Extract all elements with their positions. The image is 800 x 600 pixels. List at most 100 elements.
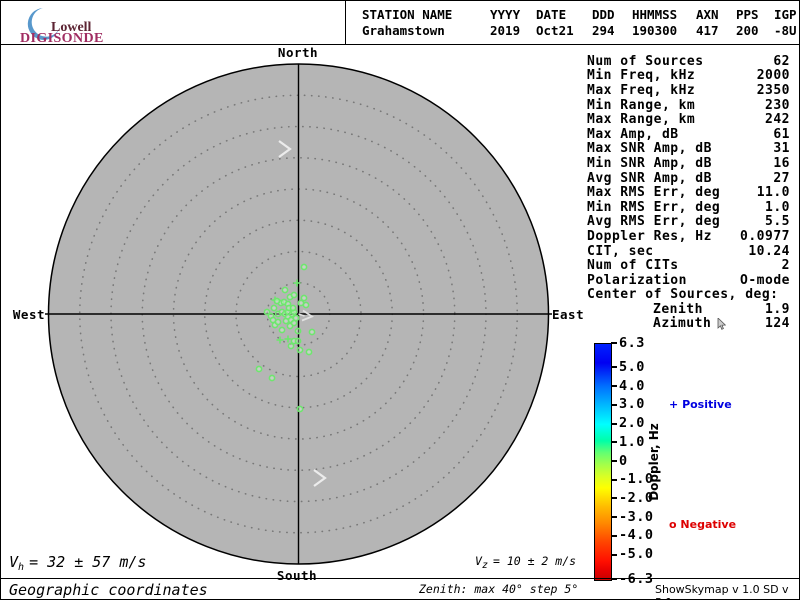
stats-row: Max Amp, dB 61 [587,127,790,142]
stats-row: Max SNR Amp, dB 31 [587,141,790,157]
zenith-scale-note: Zenith: max 40° step 5° [419,582,579,596]
measurement-stats-panel: Num of Sources 62 Min Freq, kHz 2000 Max Fre… [587,54,790,332]
legend-positive: + Positive [669,398,732,411]
source-circle-marker [296,346,304,354]
stats-row: Avg SNR Amp, dB 27 [587,171,790,186]
source-circle-marker [281,286,289,294]
stats-row: Center of Sources, deg: [587,287,790,303]
compass-east-label: East [552,307,585,322]
source-circle-marker [305,348,313,356]
stats-label: Avg RMS Err, deg [587,214,721,230]
source-circle-marker [294,337,302,345]
source-circle-marker [300,263,308,271]
stats-label: Max SNR Amp, dB [587,141,712,157]
stats-row: Zenith 1.9 [587,302,790,317]
coordinate-system-label: Geographic coordinates [9,581,208,599]
source-circle-marker [300,294,308,302]
source-circle-marker [296,405,304,413]
stats-value: 1.9 [765,301,790,317]
stats-label: Azimuth [653,316,727,331]
legend-negative-label: Negative [680,518,737,531]
stats-row: CIT, sec 10.24 [587,244,790,259]
stats-row: Num of Sources 62 [587,54,790,69]
stats-value: O-mode [740,272,790,288]
doppler-colorbar [594,343,612,581]
plus-marker-icon: + [669,398,679,411]
legend-negative: o Negative [669,518,736,531]
stats-row: Min Freq, kHz 2000 [587,68,790,84]
stats-value: 10.24 [748,243,790,259]
stats-value: 0.0977 [740,228,790,244]
stats-row: Azimuth 124 [587,316,790,332]
circle-marker-icon: o [669,518,677,531]
stats-label: Zenith [653,301,703,317]
source-circle-marker [302,301,310,309]
stats-label: Max Range, km [587,112,696,128]
stats-row: Max Freq, kHz 2350 [587,83,790,98]
stats-value: 5.5 [765,214,790,230]
stats-label: Max Freq, kHz [587,82,696,98]
legend-positive-label: Positive [682,398,732,411]
software-version-label: ShowSkymap v 1.0 SD v 5.1 [655,583,789,599]
source-circle-marker [294,327,302,335]
stats-label: Min SNR Amp, dB [587,155,712,171]
stats-value: 242 [765,112,790,128]
stats-value: 2000 [756,68,790,84]
stats-label: Min RMS Err, deg [587,199,721,215]
stats-label: Doppler Res, Hz [587,228,712,244]
stats-value: 1.0 [765,199,790,215]
stats-value: 2350 [756,82,790,98]
stats-value: 11.0 [756,185,790,201]
vz-symbol: V [475,554,482,568]
stats-label: Min Range, km [587,97,696,113]
source-circle-marker [268,374,276,382]
stats-value: 62 [773,53,790,69]
stats-label: Avg SNR Amp, dB [587,170,712,186]
stats-row: Polarization O-mode [587,273,790,288]
footer-divider [1,578,799,579]
stats-row: Min Range, km 230 [587,98,790,113]
vertical-velocity-readout: Vz = 10 ± 2 m/s [475,554,576,571]
stats-row: Min SNR Amp, dB 16 [587,156,790,171]
stats-label: Max Amp, dB [587,126,679,142]
vh-subscript: h [18,562,25,573]
stats-value: 2 [781,258,790,274]
source-circle-marker [282,317,290,325]
source-circle-marker [289,304,297,312]
vz-value: = 10 ± 2 m/s [492,554,577,568]
source-circle-marker [273,297,281,305]
source-circle-marker [308,328,316,336]
stats-value: 27 [773,170,790,186]
source-circle-marker [290,291,298,299]
source-circle-marker [286,322,294,330]
compass-north-label: North [277,45,319,60]
stats-row: Avg RMS Err, deg 5.5 [587,214,790,230]
stats-label: Polarization [587,272,687,288]
compass-south-label: South [276,568,318,583]
stats-value: 16 [773,155,790,171]
stats-value: 61 [773,126,790,142]
skymap-window: Lowell DIGISONDE STATION NAME YYYY DATE DDD… [0,0,800,600]
stats-label: Min Freq, kHz [587,68,696,84]
stats-row: Max Range, km 242 [587,112,790,127]
stats-label: Center of Sources, deg: [587,287,779,303]
vz-subscript: z [481,560,488,571]
source-circle-marker [292,314,300,322]
mouse-cursor-icon [717,317,727,330]
source-circle-marker [278,326,286,334]
stats-label: Max RMS Err, deg [587,185,721,201]
stats-value: 230 [765,97,790,113]
source-circle-marker [287,342,295,350]
source-circle-marker [274,318,282,326]
source-circle-marker [270,304,278,312]
colorbar-axis-title: Doppler, Hz [647,423,661,501]
stats-value: 31 [773,141,790,157]
stats-label: CIT, sec [587,243,654,259]
stats-value: 124 [765,316,790,332]
stats-row: Num of CITs 2 [587,258,790,273]
stats-label: Num of CITs [587,258,679,274]
compass-west-label: West [12,307,45,322]
vh-value: = 32 ± 57 m/s [29,553,147,571]
source-circle-marker [255,365,263,373]
vh-symbol: V [9,553,19,571]
